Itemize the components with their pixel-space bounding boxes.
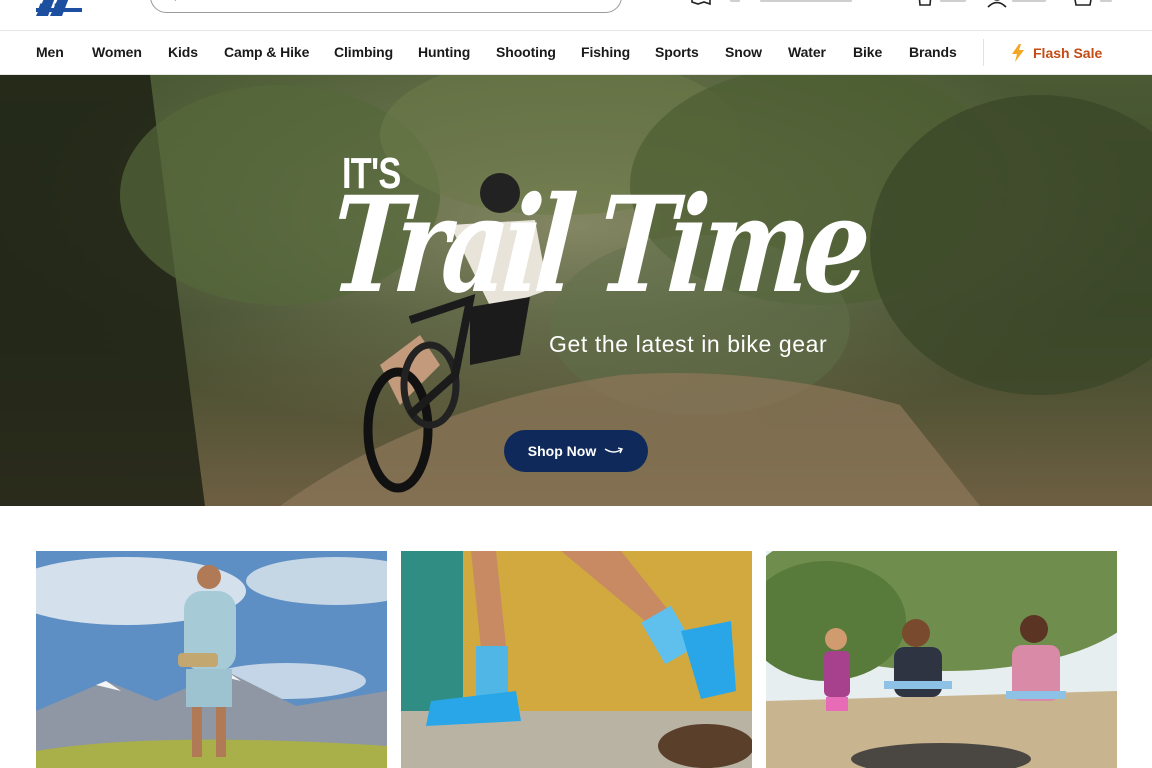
nav-item-bike[interactable]: Bike xyxy=(853,44,882,60)
camping-tile[interactable] xyxy=(766,551,1117,768)
nav-item-water[interactable]: Water xyxy=(788,44,826,60)
search-input[interactable] xyxy=(150,0,622,13)
category-nav: Men Women Kids Camp & Hike Climbing Hunt… xyxy=(0,30,1152,75)
nav-divider xyxy=(983,39,984,66)
nav-item-women[interactable]: Women xyxy=(92,44,142,60)
store-label-placeholder xyxy=(730,0,740,2)
nav-item-climbing[interactable]: Climbing xyxy=(334,44,393,60)
cart-icon[interactable] xyxy=(1072,0,1094,8)
store-icon[interactable] xyxy=(916,0,934,8)
nav-item-camp-hike[interactable]: Camp & Hike xyxy=(224,44,309,60)
cart-count-placeholder xyxy=(1100,0,1112,2)
account-label-placeholder xyxy=(1012,0,1046,2)
account-icon[interactable] xyxy=(986,0,1008,8)
flash-sale-label: Flash Sale xyxy=(1033,45,1103,61)
running-shoes-tile[interactable] xyxy=(401,551,752,768)
search-icon xyxy=(174,0,176,1)
nav-item-shooting[interactable]: Shooting xyxy=(496,44,556,60)
lightning-bolt-icon xyxy=(1012,44,1024,62)
hiking-tile[interactable] xyxy=(36,551,387,768)
hero-title: Trail Time xyxy=(325,168,871,323)
flash-sale-link[interactable]: Flash Sale xyxy=(1011,43,1102,63)
nav-item-sports[interactable]: Sports xyxy=(655,44,699,60)
shop-now-label: Shop Now xyxy=(527,443,597,459)
camping-photo xyxy=(766,551,1117,768)
shop-now-button[interactable]: Shop Now xyxy=(504,430,648,472)
nav-item-fishing[interactable]: Fishing xyxy=(581,44,630,60)
store-name-placeholder xyxy=(760,0,852,2)
top-utility-bar: AL'S xyxy=(0,0,1152,30)
arrow-right-icon xyxy=(604,447,624,454)
store-locator-icon[interactable] xyxy=(690,0,716,8)
nav-item-men[interactable]: Men xyxy=(36,44,64,60)
running-shoes-photo xyxy=(401,551,752,768)
nav-item-hunting[interactable]: Hunting xyxy=(418,44,470,60)
nav-item-snow[interactable]: Snow xyxy=(725,44,762,60)
logo-text: AL'S xyxy=(37,1,66,15)
store-link-placeholder xyxy=(940,0,966,2)
hero-banner[interactable]: IT'S Trail Time Get the latest in bike g… xyxy=(0,75,1152,506)
hero-subtitle: Get the latest in bike gear xyxy=(549,331,828,357)
nav-item-brands[interactable]: Brands xyxy=(909,44,957,60)
hiking-photo xyxy=(36,551,387,768)
nav-item-kids[interactable]: Kids xyxy=(168,44,198,60)
